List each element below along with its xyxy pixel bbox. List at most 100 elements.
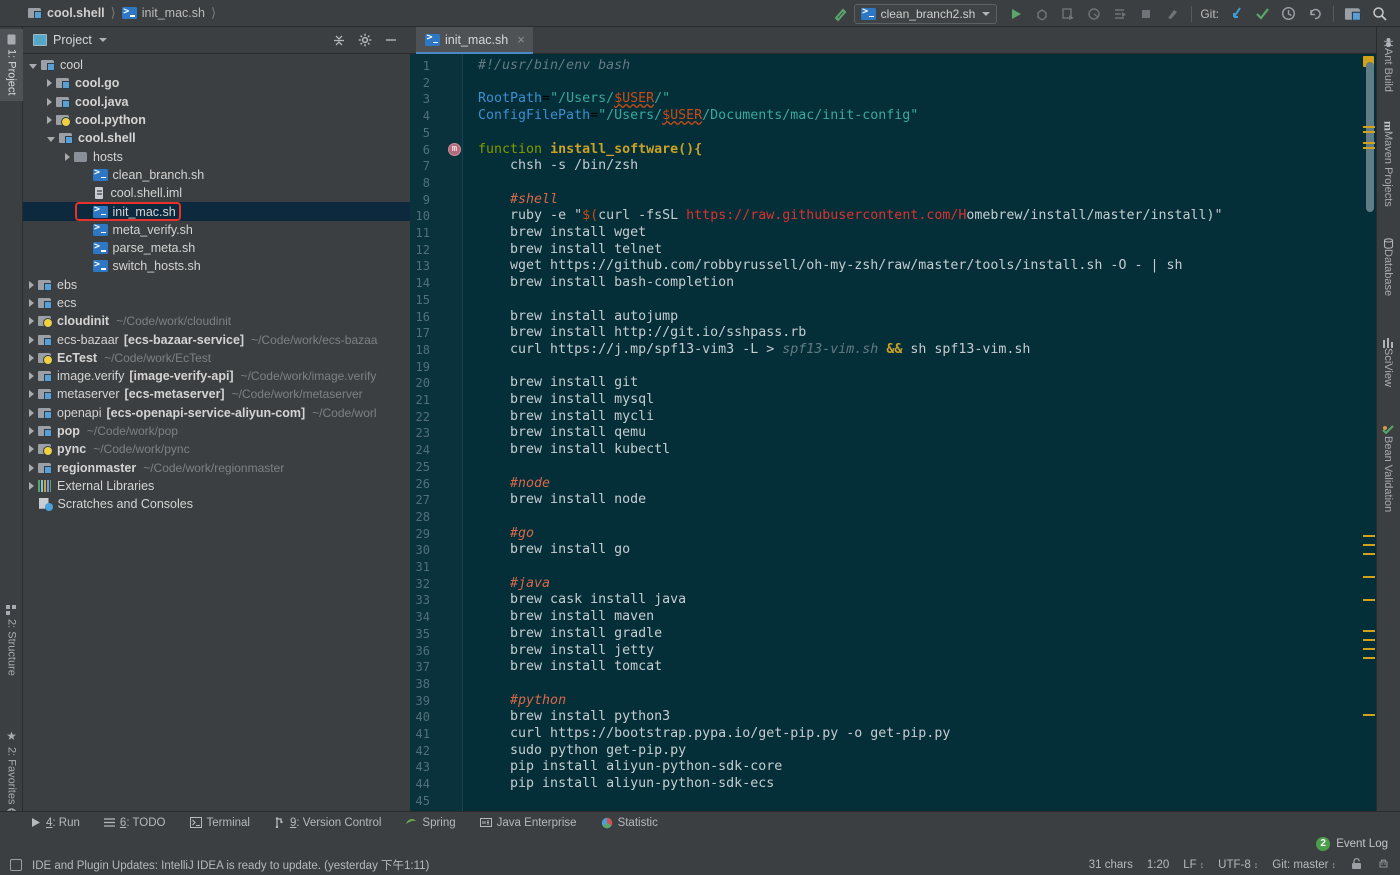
attach-profiler-icon[interactable] [1159, 0, 1185, 27]
code-line[interactable]: #!/usr/bin/env bash [478, 58, 630, 75]
collapse-all-icon[interactable] [326, 29, 352, 51]
expand-arrow-icon[interactable] [47, 136, 55, 142]
expand-arrow-icon[interactable] [29, 335, 34, 344]
file-encoding[interactable]: UTF-8 ↕ [1218, 859, 1258, 871]
tree-node-image-verify[interactable]: image.verify [image-verify-api] ~/Code/wor… [23, 367, 410, 385]
tree-node-parse-meta-sh[interactable]: parse_meta.sh [23, 239, 410, 257]
tree-node-pync[interactable]: pync ~/Code/work/pync [23, 440, 410, 458]
git-branch[interactable]: Git: master ↕ [1272, 859, 1336, 871]
tree-node-switch-hosts-sh[interactable]: switch_hosts.sh [23, 257, 410, 275]
code-line[interactable]: chsh -s /bin/zsh [478, 158, 638, 175]
event-log-area[interactable]: 2 Event Log [1316, 833, 1400, 854]
code-line[interactable]: #shell [478, 192, 558, 209]
project-tree[interactable]: cool cool.go cool.java cool.python cool.shel… [23, 54, 410, 833]
code-line[interactable]: pip install aliyun-python-sdk-ecs [478, 776, 774, 793]
hide-panel-icon[interactable] [378, 29, 404, 51]
editor-code-area[interactable]: #!/usr/bin/env bash RootPath="/Users/$USE… [478, 54, 1368, 833]
bottom-tab-statistic[interactable]: Statistic [601, 817, 658, 829]
tree-node-metaserver[interactable]: metaserver [ecs-metaserver] ~/Code/work/me… [23, 385, 410, 403]
code-line[interactable]: #go [478, 526, 534, 543]
tree-node-cool-python[interactable]: cool.python [23, 111, 410, 129]
stop-icon[interactable] [1133, 0, 1159, 27]
code-line[interactable]: brew install qemu [478, 425, 646, 442]
tree-node-cool-go[interactable]: cool.go [23, 74, 410, 92]
expand-arrow-icon[interactable] [29, 390, 34, 399]
tree-node-external-libraries[interactable]: External Libraries [23, 477, 410, 495]
tree-node-init-mac-sh[interactable]: init_mac.sh [23, 202, 410, 222]
code-line[interactable]: brew install mycli [478, 409, 654, 426]
tree-node-cool-shell-iml[interactable]: cool.shell.iml [23, 184, 410, 202]
editor-gutter[interactable]: 1 2 3 4 5 6 7 8 9 10 11 12 13 14 15 16 17 18 19 20 21 22 23 24 2… [410, 54, 463, 833]
tree-node-pop[interactable]: pop ~/Code/work/pop [23, 422, 410, 440]
sidebar-item-structure[interactable]: 2: Structure [0, 599, 23, 682]
tree-node-openapi[interactable]: openapi [ecs-openapi-service-aliyun-com] ~… [23, 404, 410, 422]
code-line[interactable]: #python [478, 693, 566, 710]
tree-node-scratches-and-consoles[interactable]: Scratches and Consoles [23, 495, 410, 513]
editor-scrollbar-thumb[interactable] [1366, 62, 1374, 212]
code-line[interactable]: #node [478, 476, 550, 493]
tree-node-meta-verify-sh[interactable]: meta_verify.sh [23, 221, 410, 239]
code-line[interactable]: brew install wget [478, 225, 646, 242]
profile-icon[interactable] [1081, 0, 1107, 27]
editor-tab-init-mac[interactable]: init_mac.sh × [416, 27, 533, 54]
run-to-cursor-icon[interactable] [1107, 0, 1133, 27]
history-icon[interactable] [1275, 0, 1301, 27]
hector-icon[interactable] [1377, 857, 1390, 873]
project-panel-title[interactable]: Project [33, 33, 107, 47]
expand-arrow-icon[interactable] [47, 116, 52, 125]
expand-arrow-icon[interactable] [47, 97, 52, 106]
expand-arrow-icon[interactable] [29, 63, 37, 69]
bottom-tab-4-run[interactable]: 4: Run [30, 817, 80, 829]
tree-node-clean-branch-sh[interactable]: clean_branch.sh [23, 166, 410, 184]
expand-arrow-icon[interactable] [29, 317, 34, 326]
code-editor[interactable]: 1 2 3 4 5 6 7 8 9 10 11 12 13 14 15 16 17 18 19 20 21 22 23 24 2… [410, 54, 1376, 833]
code-line[interactable]: brew install node [478, 492, 646, 509]
tree-node-cool-java[interactable]: cool.java [23, 93, 410, 111]
tree-node-cloudinit[interactable]: cloudinit ~/Code/work/cloudinit [23, 312, 410, 330]
code-line[interactable]: function install_software(){ [478, 142, 702, 159]
run-function-gutter-icon[interactable]: m [448, 142, 461, 156]
bottom-tab-9-version-control[interactable]: 9: Version Control [274, 817, 381, 829]
run-configuration-selector[interactable]: clean_branch2.sh [853, 3, 998, 24]
tree-node-ecs[interactable]: ecs [23, 294, 410, 312]
code-line[interactable]: wget https://github.com/robbyrussell/oh-… [478, 258, 1182, 275]
code-line[interactable]: ConfigFilePath="/Users/$USER/Documents/m… [478, 108, 918, 125]
code-line[interactable]: ruby -e "$(curl -fsSL https://raw.github… [478, 208, 1223, 225]
expand-arrow-icon[interactable] [29, 481, 34, 490]
tree-node-hosts[interactable]: hosts [23, 147, 410, 165]
code-line[interactable]: sudo python get-pip.py [478, 743, 686, 760]
code-line[interactable]: brew install kubectl [478, 442, 670, 459]
bottom-tab-terminal[interactable]: Terminal [189, 817, 250, 829]
sidebar-item-sciview[interactable]: SciView [1376, 332, 1400, 393]
tree-node-ebs[interactable]: ebs [23, 276, 410, 294]
bottom-tab-spring[interactable]: Spring [405, 817, 456, 829]
breadcrumb-file[interactable]: init_mac.sh [121, 6, 205, 20]
code-line[interactable]: brew install go [478, 542, 630, 559]
expand-arrow-icon[interactable] [29, 463, 34, 472]
tree-node-cool[interactable]: cool [23, 56, 410, 74]
bottom-tab-java-enterprise[interactable]: Java Enterprise [479, 817, 577, 829]
sidebar-item-favorites[interactable]: ★ 2: Favorites [0, 723, 23, 810]
code-line[interactable]: brew install gradle [478, 626, 662, 643]
sidebar-item-bean-validation[interactable]: Bean Validation [1376, 419, 1400, 518]
code-line[interactable]: brew install python3 [478, 709, 670, 726]
project-structure-icon[interactable] [1340, 0, 1366, 27]
bottom-tab-6-todo[interactable]: 6: TODO [103, 817, 166, 829]
sidebar-item-project[interactable]: 1: Project [0, 29, 23, 102]
update-available-icon[interactable] [10, 858, 22, 871]
code-line[interactable]: pip install aliyun-python-sdk-core [478, 759, 782, 776]
tree-node-ectest[interactable]: EcTest ~/Code/work/EcTest [23, 349, 410, 367]
code-line[interactable]: brew install telnet [478, 242, 662, 259]
expand-arrow-icon[interactable] [29, 445, 34, 454]
lock-icon[interactable] [1350, 857, 1363, 873]
tree-node-cool-shell[interactable]: cool.shell [23, 129, 410, 147]
code-line[interactable]: curl https://bootstrap.pypa.io/get-pip.p… [478, 726, 950, 743]
rollback-icon[interactable] [1301, 0, 1327, 27]
expand-arrow-icon[interactable] [47, 79, 52, 88]
line-separator[interactable]: LF ↕ [1183, 859, 1204, 871]
settings-gear-icon[interactable] [352, 29, 378, 51]
commit-icon[interactable] [1249, 0, 1275, 27]
code-line[interactable]: brew install jetty [478, 643, 654, 660]
run-icon[interactable] [1003, 0, 1029, 27]
code-line[interactable]: RootPath="/Users/$USER/" [478, 91, 670, 108]
